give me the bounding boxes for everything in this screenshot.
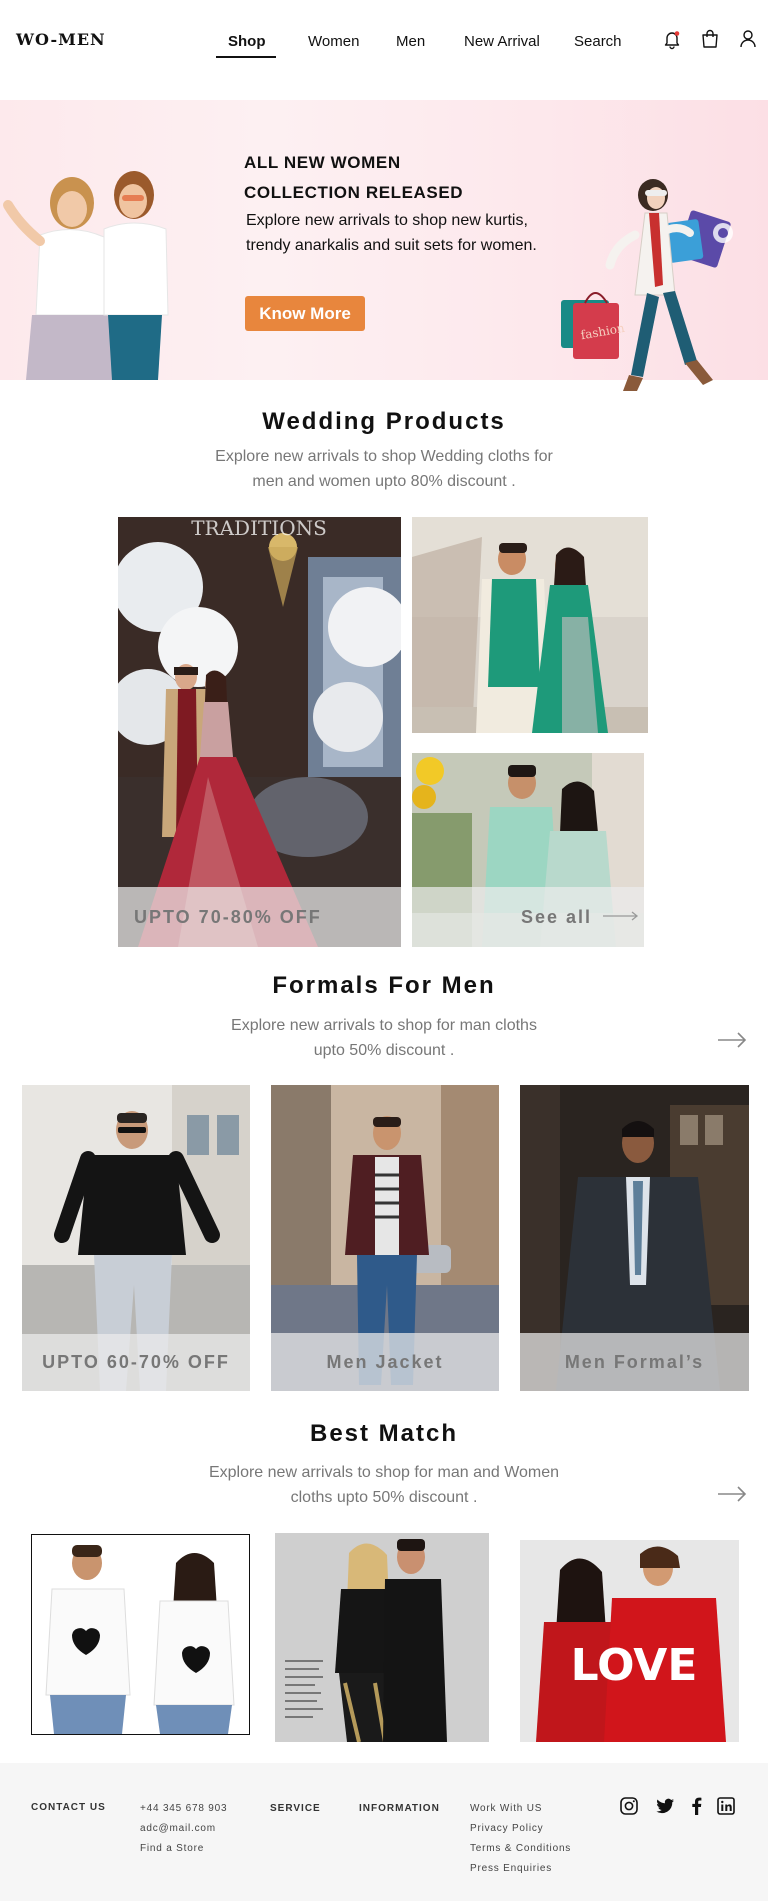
formals-arrow-icon[interactable] xyxy=(717,1032,747,1048)
footer-email[interactable]: adc@mail.com xyxy=(140,1823,216,1834)
hero-title-line1: ALL NEW WOMEN xyxy=(244,153,401,172)
best-match-title: Best Match xyxy=(309,1420,459,1447)
nav-women[interactable]: Women xyxy=(308,33,359,50)
footer-link-privacy[interactable]: Privacy Policy xyxy=(470,1823,543,1834)
footer-phone[interactable]: +44 345 678 903 xyxy=(140,1803,227,1814)
linkedin-icon[interactable] xyxy=(716,1796,736,1816)
wedding-description: Explore new arrivals to shop Wedding clo… xyxy=(215,448,553,490)
traditions-watermark: TRADITIONS xyxy=(191,517,327,540)
see-all-label[interactable]: See all xyxy=(521,907,592,928)
love-tshirt-tile[interactable]: LOVE xyxy=(520,1540,739,1742)
men-jacket-tile[interactable]: Men Jacket xyxy=(271,1085,499,1391)
user-icon[interactable] xyxy=(737,28,759,50)
footer-link-work-with-us[interactable]: Work With US xyxy=(470,1803,542,1814)
hero-description: Explore new arrivals to shop new kurtis,… xyxy=(246,212,537,254)
wedding-offer-label: UPTO 70-80% OFF xyxy=(134,906,322,927)
footer xyxy=(0,1763,768,1901)
formal-offer-banner: UPTO 60-70% OFF xyxy=(22,1334,250,1391)
instagram-icon[interactable] xyxy=(619,1796,639,1816)
footer-find-store[interactable]: Find a Store xyxy=(140,1843,204,1854)
best-match-arrow-icon[interactable] xyxy=(717,1486,747,1502)
footer-service-heading[interactable]: SERVICE xyxy=(270,1803,321,1814)
wedding-main-tile[interactable]: TRADITIONS UPTO 70-80% OFF xyxy=(118,517,401,947)
nav-new-arrival[interactable]: New Arrival xyxy=(464,33,540,50)
know-more-button[interactable]: Know More xyxy=(245,296,365,331)
footer-information-heading[interactable]: INFORMATION xyxy=(359,1803,440,1814)
hero-title: ALL NEW WOMEN COLLECTION RELEASED xyxy=(244,148,544,208)
men-jacket-banner: Men Jacket xyxy=(271,1333,499,1391)
shopping-woman-illustration: fashion xyxy=(561,179,733,391)
footer-link-terms[interactable]: Terms & Conditions xyxy=(470,1843,571,1854)
men-jacket-label: Men Jacket xyxy=(326,1351,444,1372)
wedding-couple-tile[interactable] xyxy=(412,517,648,733)
best-match-description: Explore new arrivals to shop for man and… xyxy=(208,1464,560,1506)
formal-offer-tile[interactable]: UPTO 60-70% OFF xyxy=(22,1085,250,1391)
men-formals-label: Men Formal’s xyxy=(564,1351,705,1372)
men-formals-tile[interactable]: Men Formal’s xyxy=(520,1085,749,1391)
nav-search[interactable]: Search xyxy=(574,33,622,50)
nav-shop[interactable]: Shop xyxy=(228,33,266,50)
formals-description: Explore new arrivals to shop for man clo… xyxy=(231,1017,537,1059)
formal-offer-label: UPTO 60-70% OFF xyxy=(42,1352,230,1372)
wedding-see-all-tile[interactable]: See all xyxy=(412,753,644,947)
footer-contact-heading: CONTACT US xyxy=(31,1802,106,1813)
logo[interactable]: WO-MEN xyxy=(16,30,106,49)
wedding-title: Wedding Products xyxy=(262,408,506,435)
see-all-arrow-icon[interactable] xyxy=(602,911,640,921)
nav-active-indicator xyxy=(216,56,276,58)
couple-tshirt-tile[interactable] xyxy=(31,1534,250,1735)
facebook-icon[interactable] xyxy=(687,1796,707,1816)
wedding-offer-banner: UPTO 70-80% OFF xyxy=(118,887,401,947)
men-formals-banner: Men Formal’s xyxy=(520,1333,749,1391)
nav-men[interactable]: Men xyxy=(396,33,425,50)
shopping-bag-icon[interactable] xyxy=(699,28,721,50)
formals-title: Formals For Men xyxy=(272,972,496,999)
love-tee-text: LOVE xyxy=(571,1640,698,1691)
hero-title-line2: COLLECTION RELEASED xyxy=(244,183,464,202)
twitter-icon[interactable] xyxy=(655,1796,675,1816)
bell-icon[interactable] xyxy=(661,28,683,50)
hero-women-photo xyxy=(3,171,169,380)
footer-link-press[interactable]: Press Enquiries xyxy=(470,1863,552,1874)
black-outfit-tile[interactable] xyxy=(275,1533,489,1742)
